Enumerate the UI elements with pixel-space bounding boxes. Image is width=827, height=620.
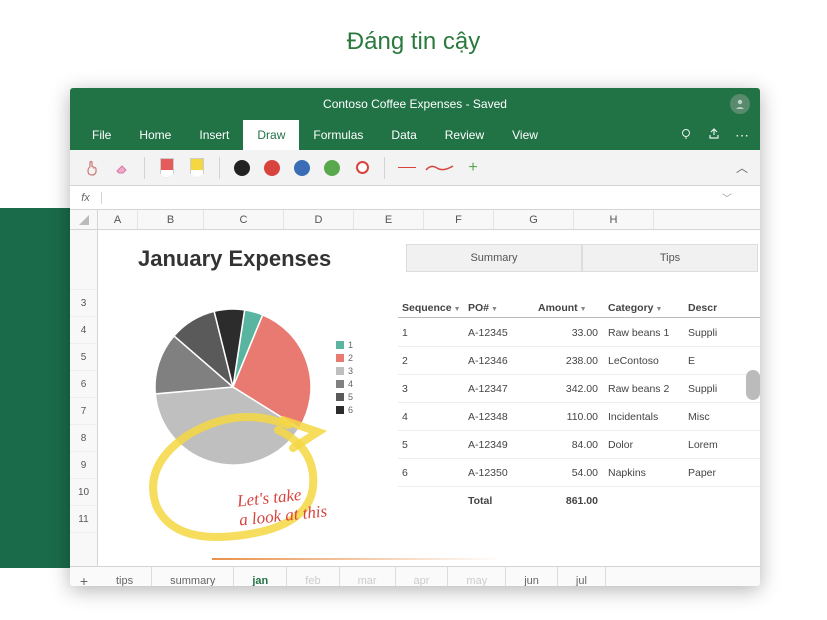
chart-title: January Expenses bbox=[138, 246, 331, 272]
sheet-tab-summary[interactable]: summary bbox=[152, 567, 234, 586]
red-annotation: Let's take a look at this bbox=[236, 483, 328, 529]
col-header-b[interactable]: B bbox=[138, 210, 204, 229]
color-blue[interactable] bbox=[290, 156, 314, 180]
sheet-tab-tips[interactable]: tips bbox=[98, 567, 152, 586]
pie-chart[interactable] bbox=[148, 302, 318, 477]
row-header[interactable]: 7 bbox=[70, 398, 97, 425]
col-sequence[interactable]: Sequence bbox=[402, 302, 452, 314]
legend-item: 5 bbox=[336, 392, 353, 402]
col-header-g[interactable]: G bbox=[494, 210, 574, 229]
tab-insert[interactable]: Insert bbox=[185, 120, 243, 150]
touch-tool[interactable] bbox=[80, 156, 104, 180]
tips-tab[interactable]: Tips bbox=[582, 244, 758, 272]
sheet-tabs: + tipssummaryjanfebmaraprmayjunjul bbox=[70, 566, 760, 586]
row-header[interactable]: 4 bbox=[70, 317, 97, 344]
col-descr[interactable]: Descr bbox=[688, 302, 717, 314]
tab-data[interactable]: Data bbox=[377, 120, 430, 150]
collapse-ribbon[interactable]: ︿ bbox=[736, 159, 748, 176]
color-black[interactable] bbox=[230, 156, 254, 180]
col-header-e[interactable]: E bbox=[354, 210, 424, 229]
sheet-tab-may[interactable]: may bbox=[448, 567, 506, 586]
expand-formula-icon[interactable]: ﹀ bbox=[722, 190, 732, 205]
draw-toolbar: + ︿ bbox=[70, 150, 760, 186]
lightbulb-icon[interactable] bbox=[679, 127, 693, 144]
worksheet[interactable]: 34567891011 January Expenses 123456 Summ… bbox=[70, 230, 760, 566]
col-amount[interactable]: Amount bbox=[538, 302, 578, 314]
table-row[interactable]: 3A-12347342.00Raw beans 2Suppli bbox=[398, 375, 760, 403]
tab-home[interactable]: Home bbox=[125, 120, 185, 150]
sheet-canvas[interactable]: January Expenses 1 2 3 4 5 6 Summary Tips Seq… bbox=[98, 230, 760, 566]
row-header[interactable]: 8 bbox=[70, 425, 97, 452]
total-row: Total 861.00 bbox=[398, 487, 760, 515]
ribbon-tabs: File Home Insert Draw Formulas Data Revi… bbox=[70, 120, 760, 150]
table-row[interactable]: 5A-1234984.00DolorLorem bbox=[398, 431, 760, 459]
table-row[interactable]: 6A-1235054.00NapkinsPaper bbox=[398, 459, 760, 487]
sheet-tab-apr[interactable]: apr bbox=[396, 567, 449, 586]
row-headers: 34567891011 bbox=[70, 230, 98, 566]
sheet-tab-feb[interactable]: feb bbox=[287, 567, 339, 586]
expenses-table[interactable]: Sequence▼ PO#▼ Amount▼ Category▼ Descr 1… bbox=[398, 302, 760, 515]
sheet-tab-jul[interactable]: jul bbox=[558, 567, 606, 586]
summary-tab[interactable]: Summary bbox=[406, 244, 582, 272]
col-po[interactable]: PO# bbox=[468, 302, 489, 314]
legend-item: 2 bbox=[336, 353, 353, 363]
pen-red[interactable] bbox=[155, 156, 179, 180]
col-header-c[interactable]: C bbox=[204, 210, 284, 229]
table-row[interactable]: 4A-12348110.00IncidentalsMisc bbox=[398, 403, 760, 431]
user-avatar[interactable] bbox=[730, 94, 750, 114]
tab-view[interactable]: View bbox=[498, 120, 552, 150]
thin-line[interactable] bbox=[395, 156, 419, 180]
tab-gradient bbox=[212, 558, 502, 560]
table-row[interactable]: 1A-1234533.00Raw beans 1Suppli bbox=[398, 319, 760, 347]
tab-file[interactable]: File bbox=[78, 120, 125, 150]
chart-legend: 1 2 3 4 5 6 bbox=[336, 340, 353, 418]
color-green[interactable] bbox=[320, 156, 344, 180]
col-header-f[interactable]: F bbox=[424, 210, 494, 229]
column-headers: ABCDEFGH bbox=[70, 210, 760, 230]
legend-item: 6 bbox=[336, 405, 353, 415]
sheet-tab-jun[interactable]: jun bbox=[506, 567, 558, 586]
eraser-tool[interactable] bbox=[110, 156, 134, 180]
more-icon[interactable]: ⋯ bbox=[735, 127, 750, 144]
pen-yellow[interactable] bbox=[185, 156, 209, 180]
tab-review[interactable]: Review bbox=[431, 120, 498, 150]
share-icon[interactable] bbox=[707, 127, 721, 144]
col-header-d[interactable]: D bbox=[284, 210, 354, 229]
row-header[interactable] bbox=[70, 230, 97, 290]
background-decoration bbox=[0, 208, 70, 568]
color-red[interactable] bbox=[260, 156, 284, 180]
col-header-h[interactable]: H bbox=[574, 210, 654, 229]
row-header[interactable]: 5 bbox=[70, 344, 97, 371]
tab-formulas[interactable]: Formulas bbox=[299, 120, 377, 150]
select-all[interactable] bbox=[70, 210, 98, 229]
sheet-tab-jan[interactable]: jan bbox=[234, 567, 287, 586]
fx-label: fx bbox=[70, 192, 102, 204]
legend-item: 3 bbox=[336, 366, 353, 376]
sheet-tab-mar[interactable]: mar bbox=[340, 567, 396, 586]
col-category[interactable]: Category bbox=[608, 302, 654, 314]
excel-window: Contoso Coffee Expenses - Saved File Hom… bbox=[70, 88, 760, 586]
formula-bar[interactable]: fx ﹀ bbox=[70, 186, 760, 210]
row-header[interactable]: 6 bbox=[70, 371, 97, 398]
legend-item: 4 bbox=[336, 379, 353, 389]
document-title: Contoso Coffee Expenses - Saved bbox=[323, 97, 507, 111]
row-header[interactable]: 3 bbox=[70, 290, 97, 317]
table-row[interactable]: 2A-12346238.00LeContosoE bbox=[398, 347, 760, 375]
legend-item: 1 bbox=[336, 340, 353, 350]
row-header[interactable]: 10 bbox=[70, 479, 97, 506]
title-bar: Contoso Coffee Expenses - Saved bbox=[70, 88, 760, 120]
scrollbar-thumb[interactable] bbox=[746, 370, 760, 400]
add-pen[interactable]: + bbox=[461, 156, 485, 180]
tab-draw[interactable]: Draw bbox=[243, 120, 299, 150]
col-header-a[interactable]: A bbox=[98, 210, 138, 229]
row-header[interactable]: 11 bbox=[70, 506, 97, 533]
row-header[interactable]: 9 bbox=[70, 452, 97, 479]
wave-line[interactable] bbox=[425, 160, 455, 176]
color-circle[interactable] bbox=[350, 156, 374, 180]
page-heading: Đáng tin cậy bbox=[0, 0, 827, 74]
add-sheet-button[interactable]: + bbox=[70, 573, 98, 587]
summary-tabs: Summary Tips bbox=[406, 244, 758, 272]
